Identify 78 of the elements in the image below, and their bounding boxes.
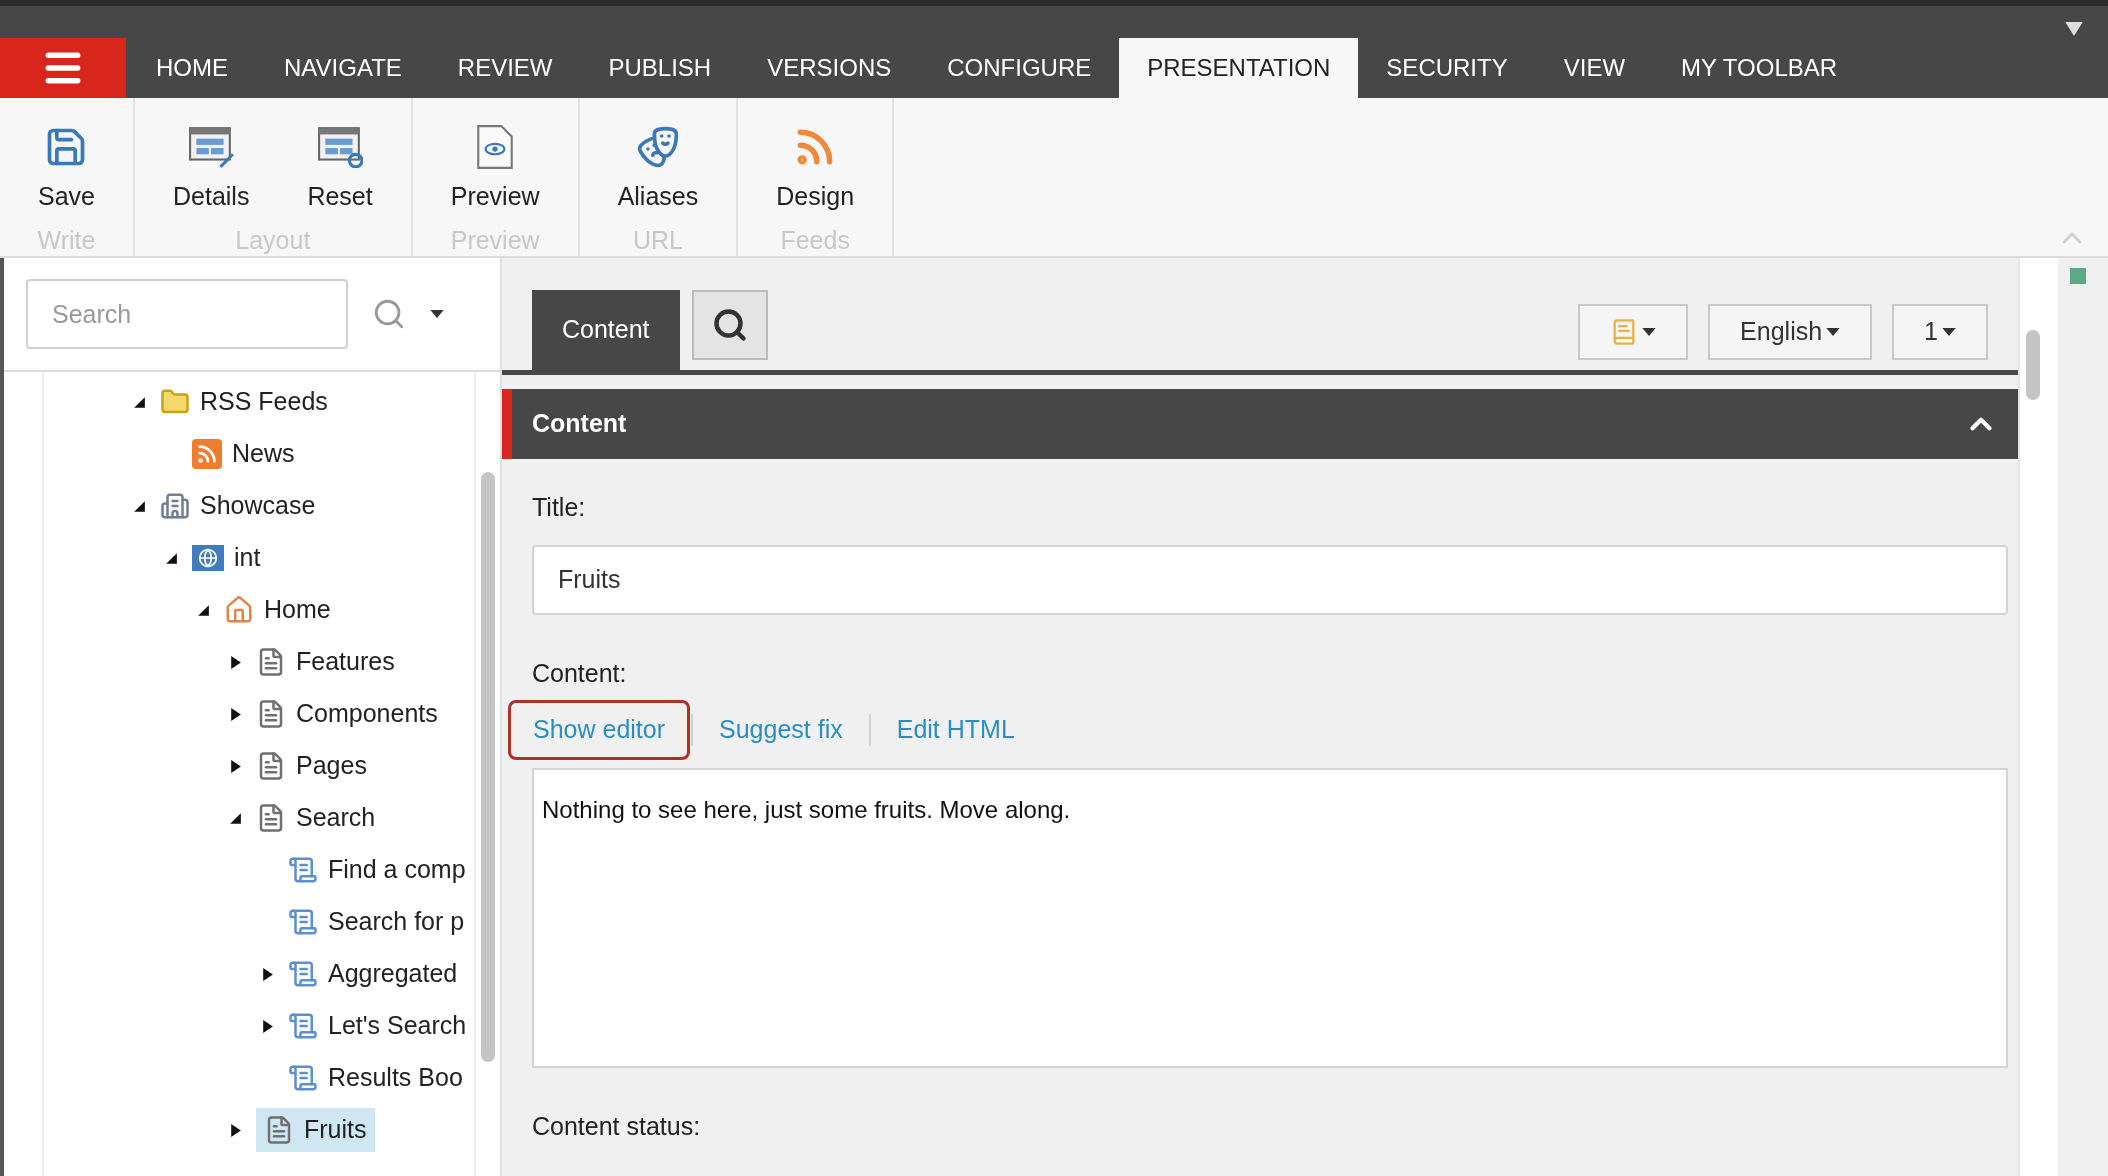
collapse-arrow-icon[interactable]: [132, 394, 146, 410]
building-icon: [160, 491, 190, 521]
tree-item[interactable]: Find a comp: [288, 848, 474, 892]
scrollbar-thumb[interactable]: [481, 472, 495, 1062]
tree-item[interactable]: Pages: [256, 744, 375, 788]
tree-item[interactable]: Let's Search: [288, 1004, 474, 1048]
document-lines-icon: [288, 907, 318, 937]
menu-button[interactable]: [0, 38, 126, 98]
rss-icon: [192, 439, 222, 469]
globe-icon: [192, 545, 224, 571]
menu-tab[interactable]: SECURITY: [1358, 38, 1536, 98]
layout-edit-icon: [188, 126, 235, 168]
tree-item[interactable]: Search for p: [288, 900, 473, 944]
ribbon-button[interactable]: Aliases: [615, 124, 701, 216]
expand-arrow-icon[interactable]: [228, 706, 242, 722]
ribbon-button[interactable]: Save: [36, 124, 97, 216]
menu-tab[interactable]: CONFIGURE: [919, 38, 1120, 98]
expand-arrow-icon[interactable]: [260, 966, 274, 982]
field-label: Content:: [532, 657, 628, 689]
tree-item[interactable]: RSS Feeds: [160, 380, 336, 424]
tree-item[interactable]: Aggregated: [288, 952, 466, 996]
tree-item[interactable]: Results Boo: [288, 1056, 471, 1100]
collapse-arrow-icon[interactable]: [228, 810, 242, 826]
expand-arrow-icon[interactable]: [260, 1018, 274, 1034]
tree-item[interactable]: Features: [256, 640, 403, 684]
title-field[interactable]: Fruits: [532, 544, 2008, 615]
dropdown-button[interactable]: 1: [1892, 304, 1988, 360]
ribbon-button[interactable]: Details: [171, 124, 252, 216]
tree-item[interactable]: Search: [256, 796, 384, 840]
collapse-arrow-icon[interactable]: [132, 498, 146, 514]
expand-arrow-icon[interactable]: [228, 758, 242, 774]
caret-icon: [1642, 328, 1657, 336]
menu-tab[interactable]: MY TOOLBAR: [1653, 38, 1866, 98]
tree-item[interactable]: News: [192, 432, 303, 476]
dropdown-arrow-icon[interactable]: [2064, 22, 2084, 36]
menu-tab[interactable]: REVIEW: [429, 38, 581, 98]
ribbon-button[interactable]: Preview: [448, 124, 542, 216]
document-lines-icon: [288, 1063, 318, 1093]
status-indicator: [2070, 268, 2086, 284]
collapse-arrow-icon[interactable]: [164, 550, 178, 566]
field-label: Title:: [532, 492, 587, 523]
section-header[interactable]: Content: [502, 389, 2018, 459]
dropdown-button[interactable]: English: [1708, 304, 1873, 360]
menu-tab[interactable]: VIEW: [1535, 38, 1654, 98]
masks-icon: [635, 125, 680, 169]
tree-item[interactable]: Fruits: [256, 1108, 375, 1152]
home-icon: [224, 595, 254, 625]
ribbon-button[interactable]: Reset: [305, 124, 375, 216]
tree-item[interactable]: Components: [256, 692, 446, 736]
collapse-arrow-icon[interactable]: [196, 602, 210, 618]
tree-item[interactable]: int: [192, 536, 269, 580]
content-editor[interactable]: Nothing to see here, just some fruits. Move along.: [532, 767, 2008, 1068]
search-tab[interactable]: [691, 290, 768, 360]
editor-tab[interactable]: Content: [532, 290, 680, 370]
search-icon: [711, 307, 748, 343]
document-eye-icon: [476, 124, 515, 170]
menu-tab[interactable]: HOME: [128, 38, 256, 98]
menu-tab[interactable]: PUBLISH: [580, 38, 740, 98]
document-lines-icon: [288, 855, 318, 885]
tree-item[interactable]: Showcase: [160, 484, 324, 528]
expand-arrow-icon[interactable]: [228, 1122, 242, 1138]
expand-arrow-icon[interactable]: [228, 654, 242, 670]
tree-item[interactable]: Home: [224, 588, 339, 632]
menu-tab[interactable]: VERSIONS: [739, 38, 920, 98]
menu-tab[interactable]: PRESENTATION: [1119, 38, 1359, 98]
dropdown-caret-icon: [430, 310, 444, 318]
section-title: Content: [532, 408, 627, 440]
layout-refresh-icon: [317, 126, 364, 168]
caret-icon: [1826, 328, 1841, 336]
caret-icon: [1942, 328, 1956, 336]
field-label: Content status:: [532, 1110, 702, 1142]
ribbon-button[interactable]: Design: [774, 124, 857, 216]
search-field[interactable]: Search: [26, 279, 348, 349]
document-lines-icon: [288, 1011, 318, 1041]
menu-tab[interactable]: NAVIGATE: [256, 38, 430, 98]
document-lines-icon: [288, 959, 318, 989]
scrollbar-thumb[interactable]: [2026, 330, 2040, 400]
search-icon[interactable]: [372, 297, 406, 331]
